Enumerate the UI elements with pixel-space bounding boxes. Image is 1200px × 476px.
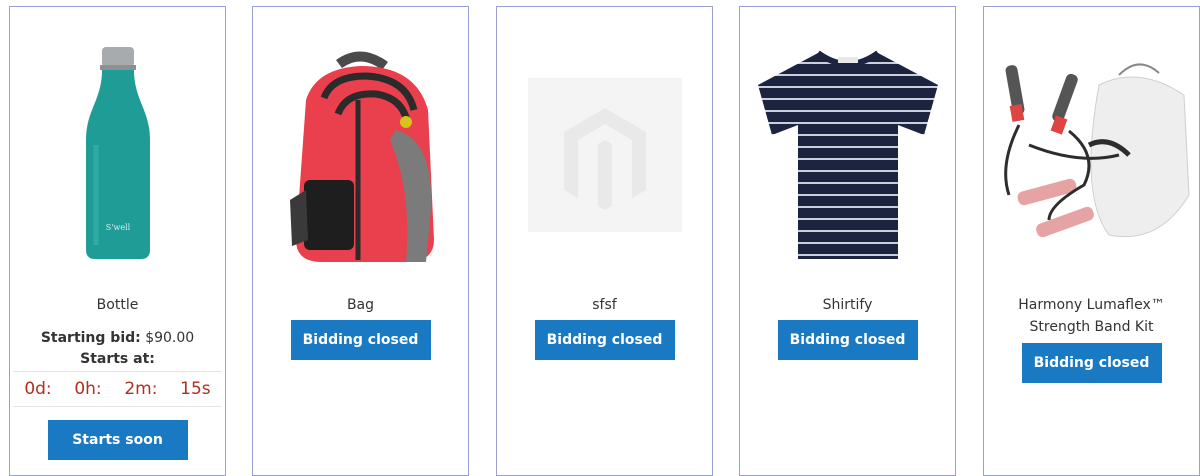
product-card-sfsf: sfsf Bidding closed	[496, 6, 713, 476]
product-card-shirtify: Shirtify Bidding closed	[739, 6, 956, 476]
bottle-image: S'well	[85, 46, 150, 259]
bidding-closed-button[interactable]: Bidding closed	[534, 320, 675, 360]
backpack-image	[289, 50, 434, 262]
starting-bid-value: $90.00	[145, 330, 195, 346]
product-image-harmony-lumaflex[interactable]	[984, 27, 1199, 282]
product-image-bag[interactable]	[253, 27, 468, 282]
product-image-shirtify[interactable]	[740, 27, 955, 282]
countdown-days: 0d:	[24, 379, 52, 399]
countdown-hours: 0h:	[74, 379, 102, 399]
product-name[interactable]: Harmony Lumaflex™ Strength Band Kit	[990, 294, 1193, 338]
countdown-minutes: 2m:	[124, 379, 158, 399]
product-name[interactable]: Bag	[259, 294, 462, 316]
countdown-seconds: 15s	[180, 379, 211, 399]
product-card-bottle: S'well Bottle Starting bid: $90.00 Start…	[9, 6, 226, 476]
starting-bid-label: Starting bid:	[40, 330, 141, 346]
countdown-timer: 0d: 0h: 2m: 15s	[13, 371, 222, 407]
starts-soon-button[interactable]: Starts soon	[47, 420, 188, 460]
strength-band-kit-image	[1004, 63, 1190, 237]
bidding-closed-button[interactable]: Bidding closed	[290, 320, 431, 360]
bidding-closed-button[interactable]: Bidding closed	[1021, 343, 1162, 383]
placeholder-image-icon	[527, 77, 682, 232]
tshirt-image	[757, 50, 938, 259]
bidding-closed-button[interactable]: Bidding closed	[777, 320, 918, 360]
product-image-bottle[interactable]: S'well	[10, 27, 225, 282]
product-image-sfsf[interactable]	[497, 27, 712, 282]
product-card-bag: Bag Bidding closed	[252, 6, 469, 476]
starts-at-label: Starts at:	[80, 351, 155, 367]
product-name[interactable]: Shirtify	[746, 294, 949, 316]
product-name[interactable]: sfsf	[503, 294, 706, 316]
svg-text:S'well: S'well	[105, 223, 130, 232]
product-card-harmony-lumaflex: Harmony Lumaflex™ Strength Band Kit Bidd…	[983, 6, 1200, 476]
product-name[interactable]: Bottle	[16, 294, 219, 316]
starting-bid: Starting bid: $90.00	[10, 328, 225, 348]
